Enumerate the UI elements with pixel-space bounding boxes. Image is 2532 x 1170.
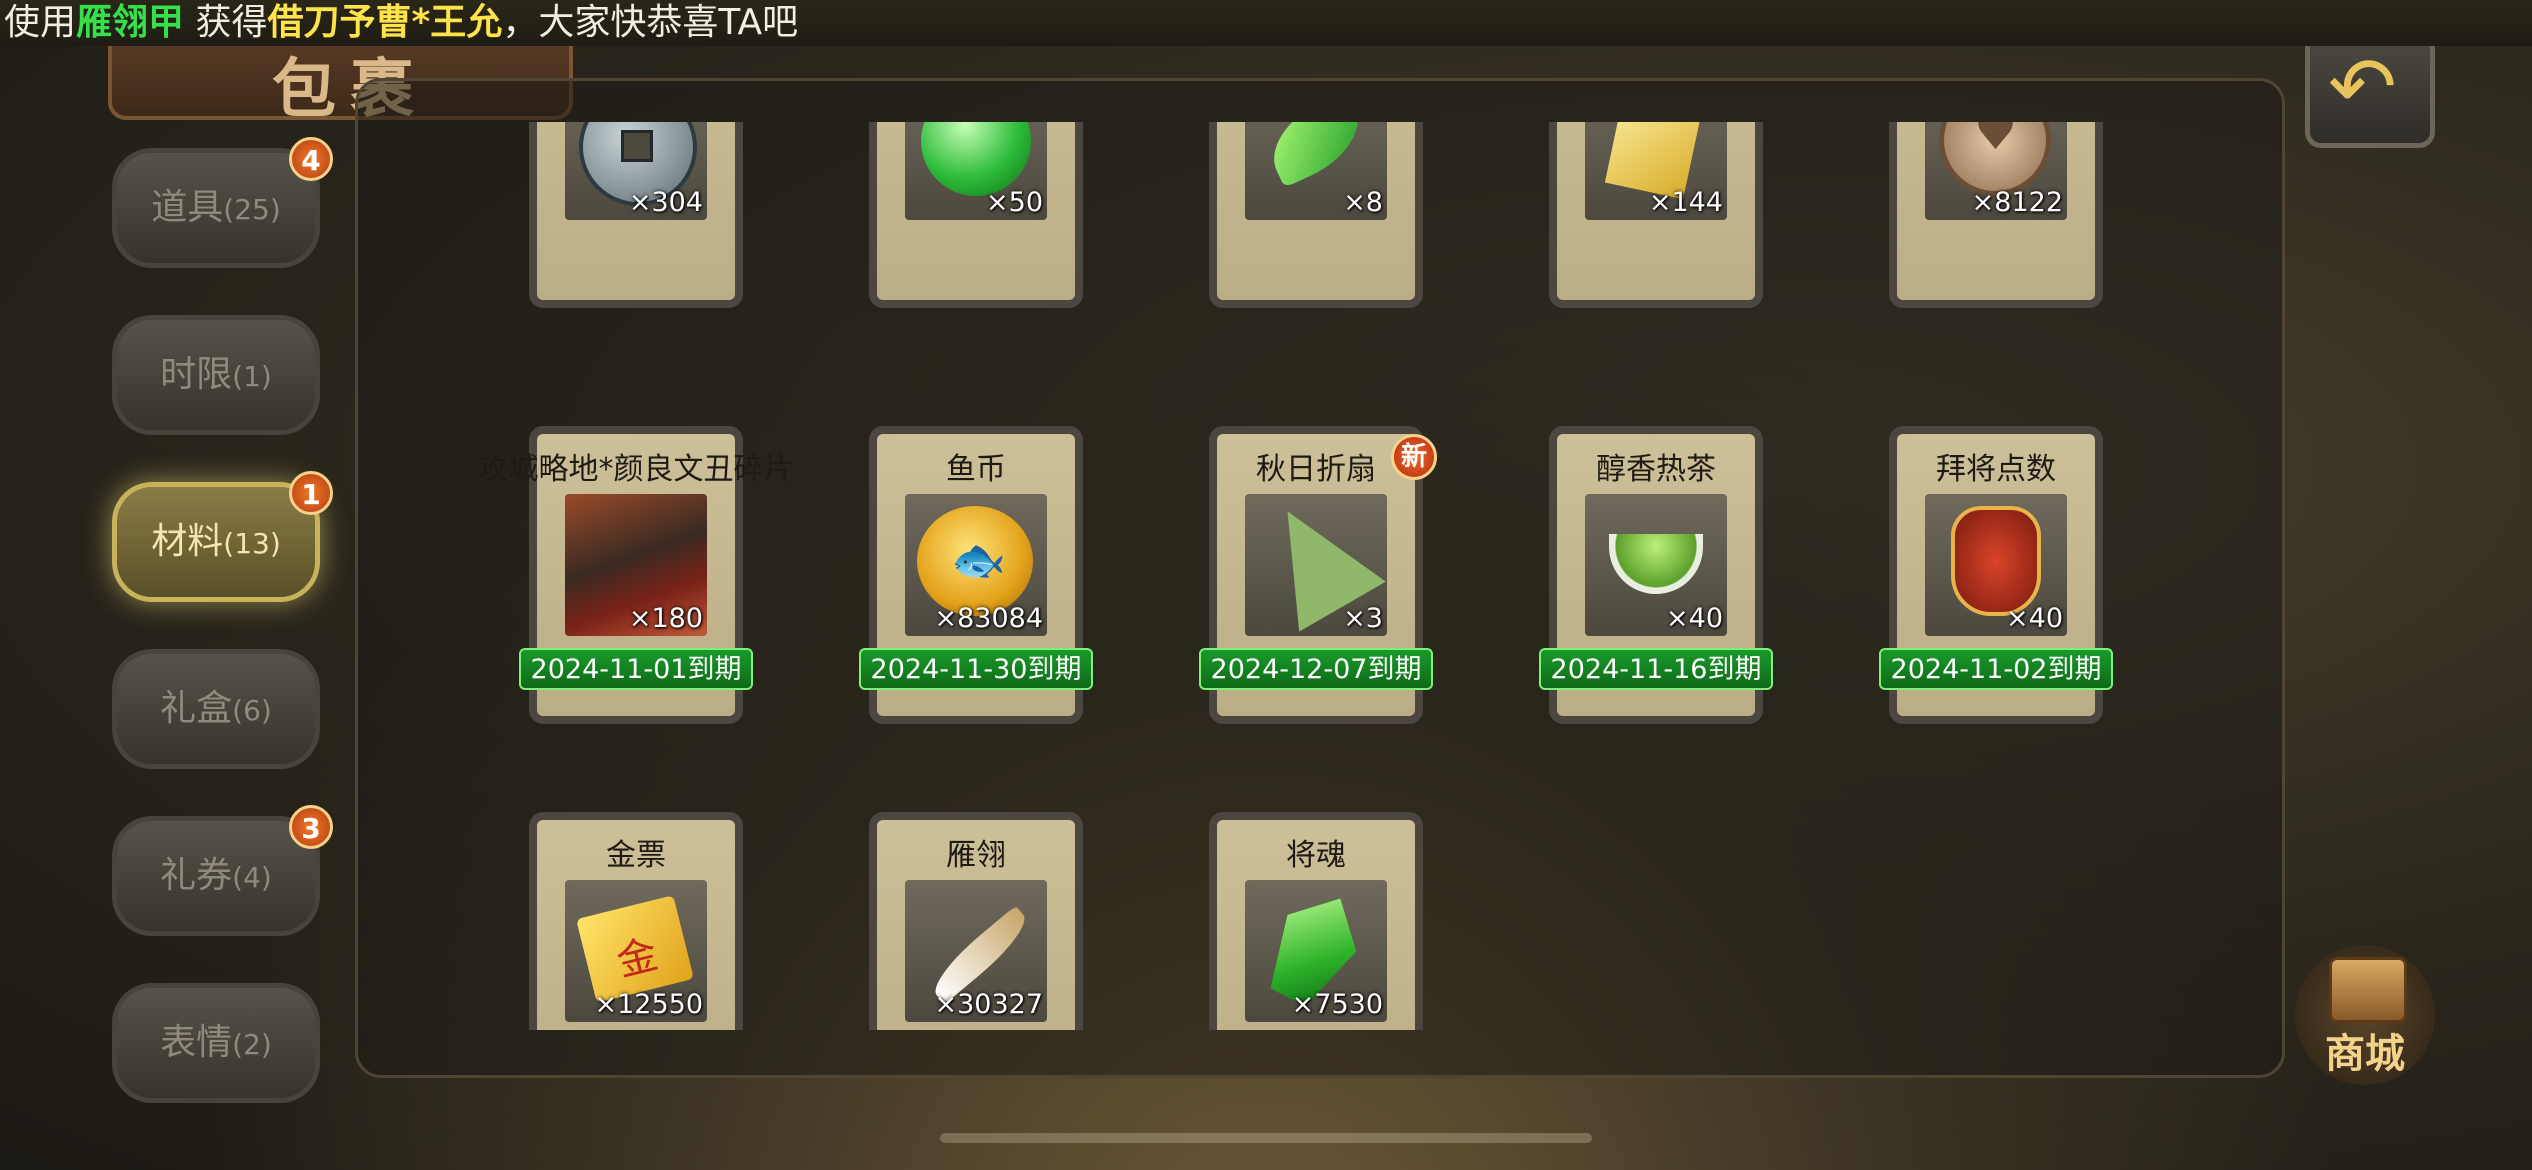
item-icon-box: ×8122 [1925,122,2067,220]
expiry-label: 2024-11-30到期 [859,648,1093,690]
item-icon-box: ×7530 [1245,880,1387,1022]
item-quantity: ×7530 [1291,989,1383,1020]
item-quantity: ×8 [1343,187,1383,218]
item-icon-box: ×144 [1585,122,1727,220]
expiry-label: 2024-11-01到期 [519,648,753,690]
item-icon-box: ×180 [565,494,707,636]
item-quantity: ×3 [1343,603,1383,634]
item-quantity: ×304 [628,187,703,218]
announcement-ticker: 使用雁翎甲 获得借刀予曹*王允，大家快恭喜TA吧 [0,0,2532,46]
tab-label: 道具 [151,187,224,228]
ticker-item: 雁翎甲 [76,2,185,43]
item-card[interactable]: ×8122 [1889,122,2103,308]
tab-count: (25) [223,193,281,226]
item-icon-box: ×40 [1925,494,2067,636]
item-icon-box: ×83084 [905,494,1047,636]
expiry-label: 2024-11-02到期 [1879,648,2113,690]
tab-timed[interactable]: 时限(1) [112,315,320,435]
item-quantity: ×30327 [934,989,1043,1020]
item-card[interactable]: 拜将点数 ×40 2024-11-02到期 [1879,426,2113,724]
tab-count: (1) [232,360,272,393]
item-card[interactable]: ×144 [1549,122,1763,308]
item-quantity: ×50 [986,187,1043,218]
item-quantity: ×180 [628,603,703,634]
new-badge: 新 [1391,434,1437,480]
item-icon-box: ×8 [1245,122,1387,220]
item-name: 雁翎 [946,838,1006,873]
item-icon-box: ×30327 [905,880,1047,1022]
item-icon-box: ×12550 [565,880,707,1022]
ticker-suffix: ，大家快恭喜TA吧 [502,2,799,43]
item-icon-box: ×304 [565,122,707,220]
item-card[interactable]: 醇香热茶 ×40 2024-11-16到期 [1539,426,1773,724]
tea-cup-icon [1609,534,1703,594]
item-card[interactable]: ×8 [1209,122,1423,308]
item-quantity: ×144 [1648,187,1723,218]
item-quantity: ×40 [2006,603,2063,634]
item-name: 将魂 [1286,838,1346,873]
tab-items[interactable]: 道具(25) 4 [112,137,333,268]
jade-leaf-icon [1258,122,1374,188]
gold-ticket-icon [576,895,694,1003]
tab-label: 材料 [151,521,224,562]
item-card[interactable]: ×304 [529,122,743,308]
tab-badge: 4 [289,137,333,181]
item-icon-box: ×50 [905,122,1047,220]
tab-count: (6) [232,694,272,727]
fish-coin-icon [917,506,1033,616]
general-pouch-icon [1951,506,2041,616]
tab-count: (13) [223,527,281,560]
tab-badge: 3 [289,805,333,849]
item-name: 醇香热茶 [1596,452,1716,487]
ticker-prefix: 使用 [4,2,77,43]
expiry-label: 2024-12-07到期 [1199,648,1433,690]
tab-label: 表情 [160,1022,233,1063]
item-name: 攻城略地*颜良文丑碎片 [478,452,794,487]
scroll-indicator[interactable] [940,1133,1592,1143]
item-name: 拜将点数 [1936,452,2056,487]
tab-label: 礼盒 [160,688,233,729]
item-icon-box: ×40 [1585,494,1727,636]
item-quantity: ×40 [1666,603,1723,634]
item-quantity: ×83084 [934,603,1043,634]
tab-badge: 1 [289,471,333,515]
tab-count: (2) [232,1028,272,1061]
item-quantity: ×8122 [1971,187,2063,218]
item-card[interactable]: 攻城略地*颜良文丑碎片 ×180 2024-11-01到期 [479,426,794,724]
green-orb-icon [921,122,1031,196]
item-card[interactable]: 秋日折扇 新 ×3 2024-12-07到期 [1199,426,1437,724]
heart-medal-icon [1939,122,2051,196]
item-icon-box: ×3 [1245,494,1387,636]
item-card[interactable]: ×50 [869,122,1083,308]
shop-label: 商城 [2325,1031,2405,1077]
tab-emotes[interactable]: 表情(2) [112,983,320,1103]
tab-gift-boxes[interactable]: 礼盒(6) [112,649,320,769]
tab-label: 时限 [160,354,233,395]
tab-count: (4) [232,861,272,894]
item-card[interactable]: 雁翎 ×30327 [869,812,1083,1030]
ticker-middle: 获得 [184,2,268,43]
tab-coupons[interactable]: 礼券(4) 3 [112,805,333,936]
item-card[interactable]: 鱼币 ×83084 2024-11-30到期 [859,426,1093,724]
treasure-chest-icon [2329,957,2407,1023]
item-name: 鱼币 [946,452,1006,487]
back-button[interactable]: ↶ [2305,30,2435,148]
item-card[interactable]: 金票 ×12550 [529,812,743,1030]
tab-label: 礼券 [160,855,233,896]
item-name: 金票 [606,838,666,873]
ticker-reward: 借刀予曹*王允 [267,2,503,43]
item-quantity: ×12550 [594,989,703,1020]
expiry-label: 2024-11-16到期 [1539,648,1773,690]
item-grid[interactable]: ×304 ×50 ×8 ×144 ×8122 攻城略地*颜良文丑碎片 ×180 [355,122,2285,1030]
back-arrow-icon: ↶ [2328,40,2397,135]
shop-button[interactable]: 商城 [2295,945,2435,1085]
tab-materials[interactable]: 材料(13) 1 [112,471,333,602]
item-card[interactable]: 将魂 ×7530 [1209,812,1423,1030]
